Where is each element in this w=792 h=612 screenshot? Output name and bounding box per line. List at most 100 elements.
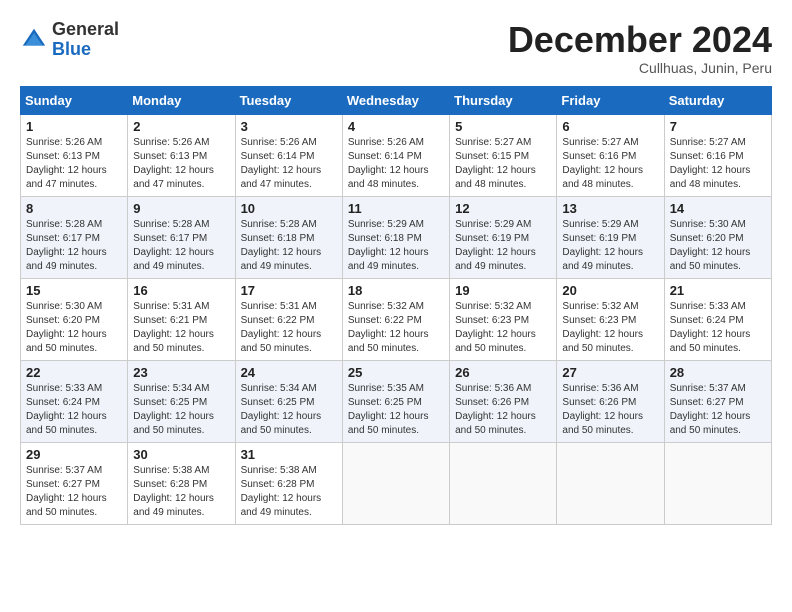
calendar-week-4: 22 Sunrise: 5:33 AM Sunset: 6:24 PM Dayli… xyxy=(21,360,772,442)
day-info: Sunrise: 5:34 AM Sunset: 6:25 PM Dayligh… xyxy=(133,382,229,438)
calendar-cell: 25Sunrise: 5:35 AM Sunset: 6:25 PM Dayli… xyxy=(342,360,449,442)
calendar-cell: 26Sunrise: 5:36 AM Sunset: 6:26 PM Dayli… xyxy=(450,360,557,442)
calendar-cell: 1Sunrise: 5:26 AM Sunset: 6:13 PM Daylig… xyxy=(21,114,128,196)
calendar-cell xyxy=(664,442,771,524)
weekday-header-row: SundayMondayTuesdayWednesdayThursdayFrid… xyxy=(21,86,772,114)
day-number: 18 xyxy=(348,283,444,298)
day-number: 31 xyxy=(241,447,337,462)
day-number: 15 xyxy=(26,283,122,298)
logo-icon xyxy=(20,26,48,54)
day-info: Sunrise: 5:30 AM Sunset: 6:20 PM Dayligh… xyxy=(670,218,766,274)
day-info: Sunrise: 5:30 AM Sunset: 6:20 PM Dayligh… xyxy=(26,300,122,356)
day-number: 22 xyxy=(26,365,122,380)
day-info: Sunrise: 5:28 AM Sunset: 6:17 PM Dayligh… xyxy=(26,218,122,274)
day-info: Sunrise: 5:27 AM Sunset: 6:16 PM Dayligh… xyxy=(562,136,658,192)
calendar-cell: 12 Sunrise: 5:29 AM Sunset: 6:19 PM Dayli… xyxy=(450,196,557,278)
calendar-cell: 24Sunrise: 5:34 AM Sunset: 6:25 PM Dayli… xyxy=(235,360,342,442)
day-number: 17 xyxy=(241,283,337,298)
day-info: Sunrise: 5:26 AM Sunset: 6:14 PM Dayligh… xyxy=(348,136,444,192)
day-info: Sunrise: 5:31 AM Sunset: 6:22 PM Dayligh… xyxy=(241,300,337,356)
day-number: 25 xyxy=(348,365,444,380)
weekday-header-thursday: Thursday xyxy=(450,86,557,114)
day-info: Sunrise: 5:32 AM Sunset: 6:22 PM Dayligh… xyxy=(348,300,444,356)
day-number: 19 xyxy=(455,283,551,298)
day-info: Sunrise: 5:28 AM Sunset: 6:18 PM Dayligh… xyxy=(241,218,337,274)
day-info: Sunrise: 5:26 AM Sunset: 6:13 PM Dayligh… xyxy=(26,136,122,192)
calendar-cell: 5Sunrise: 5:27 AM Sunset: 6:15 PM Daylig… xyxy=(450,114,557,196)
day-info: Sunrise: 5:36 AM Sunset: 6:26 PM Dayligh… xyxy=(455,382,551,438)
day-number: 10 xyxy=(241,201,337,216)
day-info: Sunrise: 5:37 AM Sunset: 6:27 PM Dayligh… xyxy=(670,382,766,438)
day-number: 28 xyxy=(670,365,766,380)
day-info: Sunrise: 5:29 AM Sunset: 6:19 PM Dayligh… xyxy=(455,218,551,274)
day-info: Sunrise: 5:29 AM Sunset: 6:18 PM Dayligh… xyxy=(348,218,444,274)
title-area: December 2024 Cullhuas, Junin, Peru xyxy=(508,20,772,76)
calendar-cell: 27Sunrise: 5:36 AM Sunset: 6:26 PM Dayli… xyxy=(557,360,664,442)
calendar-cell: 6 Sunrise: 5:27 AM Sunset: 6:16 PM Daylig… xyxy=(557,114,664,196)
day-number: 5 xyxy=(455,119,551,134)
day-number: 7 xyxy=(670,119,766,134)
day-info: Sunrise: 5:38 AM Sunset: 6:28 PM Dayligh… xyxy=(133,464,229,520)
weekday-header-saturday: Saturday xyxy=(664,86,771,114)
calendar-cell: 8 Sunrise: 5:28 AM Sunset: 6:17 PM Daylig… xyxy=(21,196,128,278)
calendar-cell: 31 Sunrise: 5:38 AM Sunset: 6:28 PM Dayli… xyxy=(235,442,342,524)
calendar-cell: 29Sunrise: 5:37 AM Sunset: 6:27 PM Dayli… xyxy=(21,442,128,524)
weekday-header-sunday: Sunday xyxy=(21,86,128,114)
day-number: 24 xyxy=(241,365,337,380)
calendar-week-2: 8 Sunrise: 5:28 AM Sunset: 6:17 PM Daylig… xyxy=(21,196,772,278)
day-number: 21 xyxy=(670,283,766,298)
weekday-header-tuesday: Tuesday xyxy=(235,86,342,114)
day-number: 3 xyxy=(241,119,337,134)
calendar-cell: 3 Sunrise: 5:26 AM Sunset: 6:14 PM Daylig… xyxy=(235,114,342,196)
day-number: 4 xyxy=(348,119,444,134)
day-number: 14 xyxy=(670,201,766,216)
calendar-cell: 16Sunrise: 5:31 AM Sunset: 6:21 PM Dayli… xyxy=(128,278,235,360)
calendar-week-1: 1Sunrise: 5:26 AM Sunset: 6:13 PM Daylig… xyxy=(21,114,772,196)
calendar-cell: 15 Sunrise: 5:30 AM Sunset: 6:20 PM Dayli… xyxy=(21,278,128,360)
day-number: 8 xyxy=(26,201,122,216)
month-title: December 2024 xyxy=(508,20,772,60)
day-info: Sunrise: 5:37 AM Sunset: 6:27 PM Dayligh… xyxy=(26,464,122,520)
day-info: Sunrise: 5:31 AM Sunset: 6:21 PM Dayligh… xyxy=(133,300,229,356)
location-subtitle: Cullhuas, Junin, Peru xyxy=(508,60,772,76)
weekday-header-monday: Monday xyxy=(128,86,235,114)
day-info: Sunrise: 5:32 AM Sunset: 6:23 PM Dayligh… xyxy=(562,300,658,356)
calendar-cell: 19 Sunrise: 5:32 AM Sunset: 6:23 PM Dayli… xyxy=(450,278,557,360)
page-header: General Blue December 2024 Cullhuas, Jun… xyxy=(20,20,772,76)
day-info: Sunrise: 5:33 AM Sunset: 6:24 PM Dayligh… xyxy=(670,300,766,356)
calendar-cell xyxy=(450,442,557,524)
calendar-cell: 7 Sunrise: 5:27 AM Sunset: 6:16 PM Daylig… xyxy=(664,114,771,196)
day-number: 9 xyxy=(133,201,229,216)
day-number: 13 xyxy=(562,201,658,216)
calendar-cell: 9 Sunrise: 5:28 AM Sunset: 6:17 PM Daylig… xyxy=(128,196,235,278)
calendar-cell: 22 Sunrise: 5:33 AM Sunset: 6:24 PM Dayli… xyxy=(21,360,128,442)
day-number: 12 xyxy=(455,201,551,216)
calendar-cell xyxy=(557,442,664,524)
calendar-cell: 10 Sunrise: 5:28 AM Sunset: 6:18 PM Dayli… xyxy=(235,196,342,278)
calendar-cell: 4 Sunrise: 5:26 AM Sunset: 6:14 PM Daylig… xyxy=(342,114,449,196)
day-info: Sunrise: 5:26 AM Sunset: 6:14 PM Dayligh… xyxy=(241,136,337,192)
calendar-cell: 13Sunrise: 5:29 AM Sunset: 6:19 PM Dayli… xyxy=(557,196,664,278)
day-number: 30 xyxy=(133,447,229,462)
calendar-cell: 11Sunrise: 5:29 AM Sunset: 6:18 PM Dayli… xyxy=(342,196,449,278)
calendar-cell: 14 Sunrise: 5:30 AM Sunset: 6:20 PM Dayli… xyxy=(664,196,771,278)
day-number: 6 xyxy=(562,119,658,134)
calendar-body: 1Sunrise: 5:26 AM Sunset: 6:13 PM Daylig… xyxy=(21,114,772,524)
logo: General Blue xyxy=(20,20,119,60)
day-info: Sunrise: 5:27 AM Sunset: 6:16 PM Dayligh… xyxy=(670,136,766,192)
day-info: Sunrise: 5:32 AM Sunset: 6:23 PM Dayligh… xyxy=(455,300,551,356)
weekday-header-friday: Friday xyxy=(557,86,664,114)
calendar-cell: 21 Sunrise: 5:33 AM Sunset: 6:24 PM Dayli… xyxy=(664,278,771,360)
calendar-cell: 2 Sunrise: 5:26 AM Sunset: 6:13 PM Daylig… xyxy=(128,114,235,196)
day-number: 23 xyxy=(133,365,229,380)
day-info: Sunrise: 5:28 AM Sunset: 6:17 PM Dayligh… xyxy=(133,218,229,274)
day-info: Sunrise: 5:36 AM Sunset: 6:26 PM Dayligh… xyxy=(562,382,658,438)
day-info: Sunrise: 5:33 AM Sunset: 6:24 PM Dayligh… xyxy=(26,382,122,438)
calendar-cell: 17 Sunrise: 5:31 AM Sunset: 6:22 PM Dayli… xyxy=(235,278,342,360)
day-number: 20 xyxy=(562,283,658,298)
calendar-cell: 23 Sunrise: 5:34 AM Sunset: 6:25 PM Dayli… xyxy=(128,360,235,442)
calendar-cell: 30 Sunrise: 5:38 AM Sunset: 6:28 PM Dayli… xyxy=(128,442,235,524)
day-number: 2 xyxy=(133,119,229,134)
day-info: Sunrise: 5:26 AM Sunset: 6:13 PM Dayligh… xyxy=(133,136,229,192)
day-info: Sunrise: 5:38 AM Sunset: 6:28 PM Dayligh… xyxy=(241,464,337,520)
